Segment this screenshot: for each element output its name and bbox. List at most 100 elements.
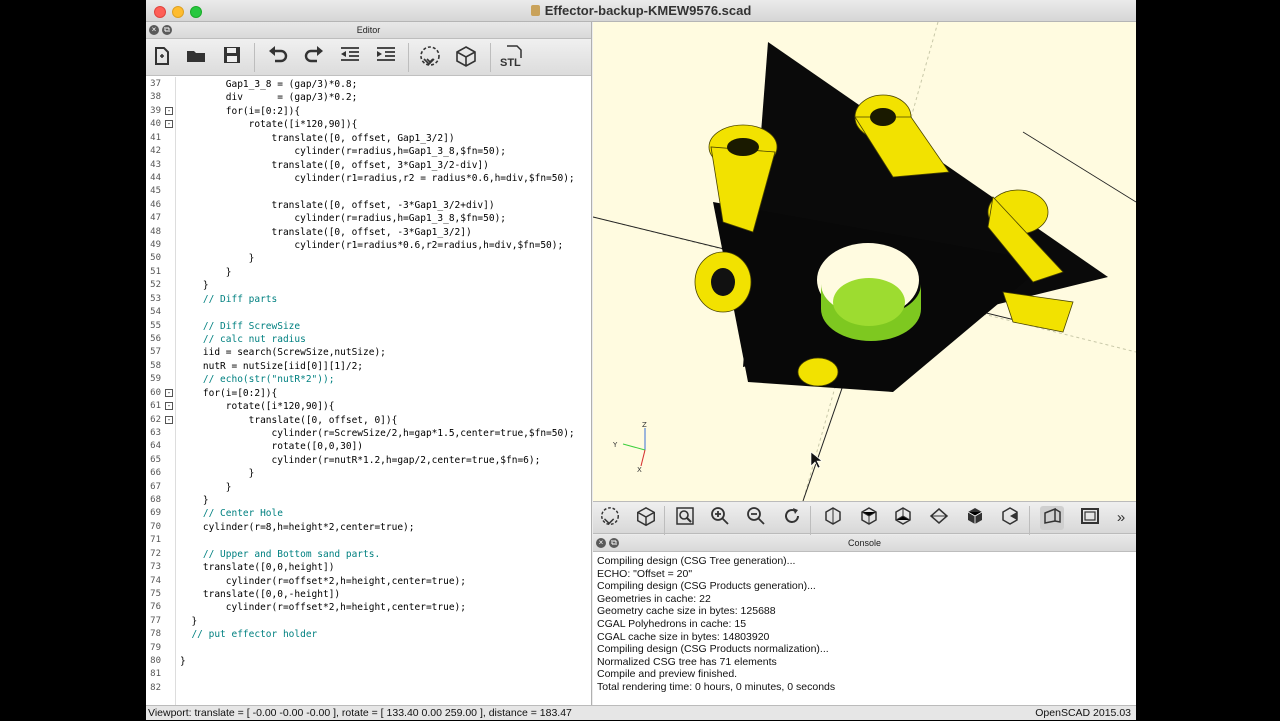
line-number: 61 <box>150 401 161 412</box>
view-left-icon[interactable] <box>927 506 951 530</box>
code-text: cylinder(r=radius,h=Gap1_3_8,$fn=50); <box>180 213 507 225</box>
code-text: cylinder(r=offset*2,h=height,center=true… <box>180 575 466 587</box>
fold-toggle-icon[interactable]: - <box>165 415 173 424</box>
unindent-icon[interactable] <box>338 45 362 69</box>
code-line[interactable]: 74 cylinder(r=offset*2,h=height,center=t… <box>146 575 591 588</box>
view-all-icon[interactable] <box>673 506 697 530</box>
code-line[interactable]: 38 div = (gap/3)*0.2; <box>146 91 591 104</box>
reset-view-icon[interactable] <box>780 506 804 530</box>
code-line[interactable]: 70 cylinder(r=8,h=height*2,center=true); <box>146 521 591 534</box>
code-text: div = (gap/3)*0.2; <box>180 92 358 104</box>
code-line[interactable]: 71 <box>146 534 591 547</box>
title-bar: Effector-backup-KMEW9576.scad <box>146 0 1136 22</box>
code-line[interactable]: 47 cylinder(r=radius,h=Gap1_3_8,$fn=50); <box>146 212 591 225</box>
code-text: } <box>180 615 198 627</box>
code-line[interactable]: 73 translate([0,0,height]) <box>146 561 591 574</box>
code-line[interactable]: 75 translate([0,0,-height]) <box>146 588 591 601</box>
code-text: translate([0, offset, Gap1_3/2]) <box>180 132 455 144</box>
code-line[interactable]: 43 translate([0, offset, 3*Gap1_3/2-div]… <box>146 159 591 172</box>
preview-icon[interactable] <box>418 45 442 69</box>
code-line[interactable]: 45 <box>146 185 591 198</box>
code-line[interactable]: 50 } <box>146 252 591 265</box>
document-icon <box>530 5 540 16</box>
code-line[interactable]: 39- for(i=[0:2]){ <box>146 105 591 118</box>
console-float-icon[interactable]: ⧉ <box>609 538 619 548</box>
zoom-in-icon[interactable] <box>708 506 732 530</box>
code-line[interactable]: 51 } <box>146 266 591 279</box>
code-line[interactable]: 49 cylinder(r1=radius*0.6,r2=radius,h=di… <box>146 239 591 252</box>
code-editor[interactable]: 37 Gap1_3_8 = (gap/3)*0.8; 38 div = (gap/… <box>146 77 591 705</box>
code-line[interactable]: 55 // Diff ScrewSize <box>146 320 591 333</box>
code-line[interactable]: 41 translate([0, offset, Gap1_3/2]) <box>146 132 591 145</box>
view-top-icon[interactable] <box>857 506 881 530</box>
code-line[interactable]: 53 // Diff parts <box>146 293 591 306</box>
console-header: × ⧉ Console <box>593 535 1136 552</box>
line-number: 71 <box>150 535 161 546</box>
code-line[interactable]: 52 } <box>146 279 591 292</box>
console-line: Compile and preview finished. <box>597 668 738 681</box>
zoom-out-icon[interactable] <box>744 506 768 530</box>
window-title: Effector-backup-KMEW9576.scad <box>146 3 1136 18</box>
code-line[interactable]: 44 cylinder(r1=radius,r2 = radius*0.6,h=… <box>146 172 591 185</box>
render-icon[interactable] <box>634 506 658 530</box>
code-line[interactable]: 77 } <box>146 615 591 628</box>
3d-viewport[interactable]: Z Y X <box>593 22 1136 501</box>
fold-toggle-icon[interactable]: - <box>165 106 173 115</box>
editor-float-icon[interactable]: ⧉ <box>162 25 172 35</box>
view-right-icon[interactable] <box>821 506 845 530</box>
toolbar-separator <box>810 506 811 535</box>
code-line[interactable]: 80} <box>146 655 591 668</box>
editor-close-icon[interactable]: × <box>149 25 159 35</box>
code-line[interactable]: 82 <box>146 682 591 695</box>
redo-icon[interactable] <box>302 45 326 69</box>
save-icon[interactable] <box>220 45 244 69</box>
code-line[interactable]: 40- rotate([i*120,90]){ <box>146 118 591 131</box>
export-stl-button[interactable]: STL <box>498 45 528 69</box>
code-line[interactable]: 42 cylinder(r=radius,h=Gap1_3_8,$fn=50); <box>146 145 591 158</box>
code-line[interactable]: 62- translate([0, offset, 0]){ <box>146 414 591 427</box>
fold-toggle-icon[interactable]: - <box>165 388 173 397</box>
code-text: rotate([i*120,90]){ <box>180 401 335 413</box>
view-bottom-icon[interactable] <box>891 506 915 530</box>
code-line[interactable]: 63 cylinder(r=ScrewSize/2,h=gap*1.5,cent… <box>146 427 591 440</box>
perspective-icon[interactable] <box>1040 506 1064 530</box>
code-line[interactable]: 72 // Upper and Bottom sand parts. <box>146 548 591 561</box>
console-close-icon[interactable]: × <box>596 538 606 548</box>
code-line[interactable]: 61- rotate([i*120,90]){ <box>146 400 591 413</box>
console-line: CGAL Polyhedrons in cache: 15 <box>597 617 747 630</box>
code-line[interactable]: 76 cylinder(r=offset*2,h=height,center=t… <box>146 601 591 614</box>
line-number: 53 <box>150 293 161 304</box>
code-line[interactable]: 79 <box>146 642 591 655</box>
code-line[interactable]: 46 translate([0, offset, -3*Gap1_3/2+div… <box>146 199 591 212</box>
code-line[interactable]: 78 // put effector holder <box>146 628 591 641</box>
fold-toggle-icon[interactable]: - <box>165 402 173 411</box>
code-line[interactable]: 59 // echo(str("nutR*2")); <box>146 373 591 386</box>
code-line[interactable]: 54 <box>146 306 591 319</box>
code-line[interactable]: 68 } <box>146 494 591 507</box>
code-line[interactable]: 56 // calc nut radius <box>146 333 591 346</box>
code-text: } <box>180 481 232 493</box>
new-file-icon[interactable] <box>150 45 174 69</box>
view-front-icon[interactable] <box>963 506 987 530</box>
preview-icon[interactable] <box>598 506 622 530</box>
code-line[interactable]: 67 } <box>146 481 591 494</box>
more-icon[interactable]: » <box>1111 506 1131 530</box>
code-line[interactable]: 57 iid = search(ScrewSize,nutSize); <box>146 346 591 359</box>
code-line[interactable]: 66 } <box>146 467 591 480</box>
undo-icon[interactable] <box>266 45 290 69</box>
code-line[interactable]: 69 // Center Hole <box>146 507 591 520</box>
code-line[interactable]: 60- for(i=[0:2]){ <box>146 387 591 400</box>
console-panel: × ⧉ Console Compiling design (CSG Tree g… <box>593 535 1136 705</box>
code-line[interactable]: 64 rotate([0,0,30]) <box>146 440 591 453</box>
code-line[interactable]: 81 <box>146 668 591 681</box>
code-line[interactable]: 48 translate([0, offset, -3*Gap1_3/2]) <box>146 226 591 239</box>
open-folder-icon[interactable] <box>184 45 208 69</box>
render-icon[interactable] <box>454 45 478 69</box>
fold-toggle-icon[interactable]: - <box>165 120 173 129</box>
code-line[interactable]: 58 nutR = nutSize[iid[0]][1]/2; <box>146 360 591 373</box>
indent-icon[interactable] <box>374 45 398 69</box>
code-line[interactable]: 37 Gap1_3_8 = (gap/3)*0.8; <box>146 78 591 91</box>
code-line[interactable]: 65 cylinder(r=nutR*1.2,h=gap/2,center=tr… <box>146 454 591 467</box>
view-back-icon[interactable] <box>998 506 1022 530</box>
orthogonal-icon[interactable] <box>1078 506 1102 530</box>
